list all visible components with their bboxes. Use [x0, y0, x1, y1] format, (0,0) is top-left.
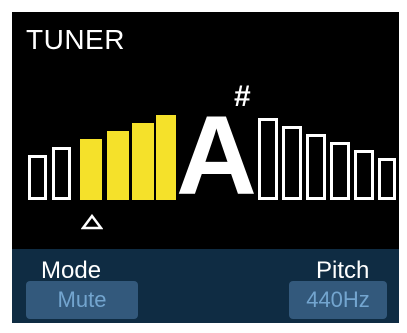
pitch-button[interactable]: 440Hz: [289, 281, 387, 319]
mode-button[interactable]: Mute: [26, 281, 138, 319]
meter-bar-5: [132, 123, 154, 200]
meter-bar-11: [354, 150, 374, 200]
meter-bar-10: [330, 142, 350, 200]
tuner-screen: TUNER # A Mode Pitch Mute 440Hz: [12, 12, 399, 323]
meter-bar-3: [80, 139, 102, 200]
meter-bar-6: [156, 115, 176, 200]
control-bar: Mode Pitch Mute 440Hz: [12, 249, 399, 323]
meter-bar-2: [52, 147, 71, 200]
meter-bar-7: [258, 118, 278, 200]
meter-bar-9: [306, 134, 326, 200]
tuner-title: TUNER: [26, 24, 125, 55]
meter-bar-12: [378, 158, 396, 200]
meter-bar-8: [282, 126, 302, 200]
meter-bar-4: [107, 131, 129, 200]
meter-bar-1: [28, 155, 47, 200]
note-name: A: [176, 93, 257, 218]
triangle-up-icon: [81, 214, 103, 230]
